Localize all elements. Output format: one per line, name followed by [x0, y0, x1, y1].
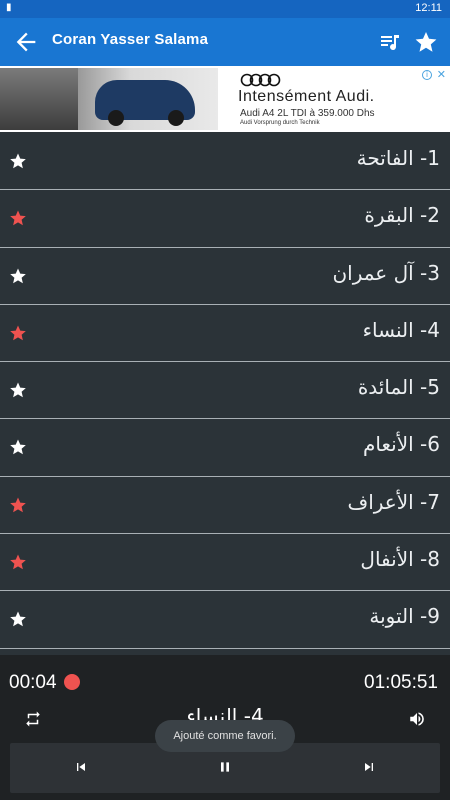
surah-name: 9- التوبة [369, 604, 440, 629]
pause-icon[interactable] [217, 759, 233, 775]
app-title: Coran Yasser Salama [52, 31, 209, 48]
surah-list: 1- الفاتحة 2- البقرة 3- آل عمران 4- النساء 5… [0, 133, 450, 655]
star-icon[interactable] [9, 610, 27, 628]
ad-subline: Audi A4 2L TDI à 359.000 Dhs [240, 108, 375, 119]
ad-info-icon[interactable]: i [422, 70, 432, 80]
status-time: 12:11 [415, 2, 442, 14]
ad-headline: Intensément Audi. [238, 88, 375, 105]
next-icon[interactable] [361, 759, 377, 775]
surah-row[interactable]: 6- الأنعام [0, 419, 450, 477]
ad-close-icon[interactable]: ✕ [437, 68, 446, 81]
star-icon[interactable] [414, 30, 438, 54]
surah-name: 3- آل عمران [332, 260, 440, 285]
notification-icon: ▮ [6, 2, 12, 13]
surah-row[interactable]: 4- النساء [0, 304, 450, 363]
ad-image [0, 68, 218, 130]
surah-name: 1- الفاتحة [356, 146, 440, 170]
volume-icon[interactable] [408, 710, 426, 728]
star-icon[interactable] [9, 438, 27, 456]
surah-name: 8- الأنفال [360, 547, 440, 572]
playlist-icon[interactable] [378, 30, 402, 54]
seek-handle[interactable] [64, 674, 80, 690]
surah-row[interactable]: 8- الأنفال [0, 534, 450, 592]
ad-tagline: Audi Vorsprung durch Technik [240, 120, 320, 126]
surah-name: 6- الأنعام [363, 432, 440, 457]
current-time: 00:04 [9, 672, 57, 693]
app-bar: Coran Yasser Salama [0, 18, 450, 66]
star-icon[interactable] [9, 152, 27, 170]
audi-logo-icon [240, 73, 281, 87]
toast-message: Ajouté comme favori. [155, 720, 295, 752]
star-icon[interactable] [9, 267, 27, 285]
surah-row[interactable]: 7- الأعراف [0, 476, 450, 535]
surah-name: 5- المائدة [357, 375, 440, 400]
status-bar: ▮ 12:11 [0, 0, 450, 18]
surah-row[interactable]: 5- المائدة [0, 362, 450, 420]
arrow-back-icon[interactable] [12, 28, 40, 56]
favorite-star-icon[interactable] [9, 209, 27, 227]
surah-row[interactable]: 9- التوبة [0, 591, 450, 649]
surah-name: 7- الأعراف [347, 489, 440, 514]
surah-row[interactable]: 2- البقرة [0, 190, 450, 248]
star-icon[interactable] [9, 381, 27, 399]
surah-name: 4- النساء [362, 317, 440, 342]
favorite-star-icon[interactable] [9, 324, 27, 342]
surah-name: 2- البقرة [364, 203, 440, 228]
surah-row[interactable]: 3- آل عمران [0, 247, 450, 305]
favorite-star-icon[interactable] [9, 496, 27, 514]
total-time: 01:05:51 [364, 672, 438, 693]
favorite-star-icon[interactable] [9, 553, 27, 571]
previous-icon[interactable] [73, 759, 89, 775]
surah-row[interactable]: 1- الفاتحة [0, 133, 450, 191]
ad-banner[interactable]: Intensément Audi. Audi A4 2L TDI à 359.0… [0, 66, 450, 132]
